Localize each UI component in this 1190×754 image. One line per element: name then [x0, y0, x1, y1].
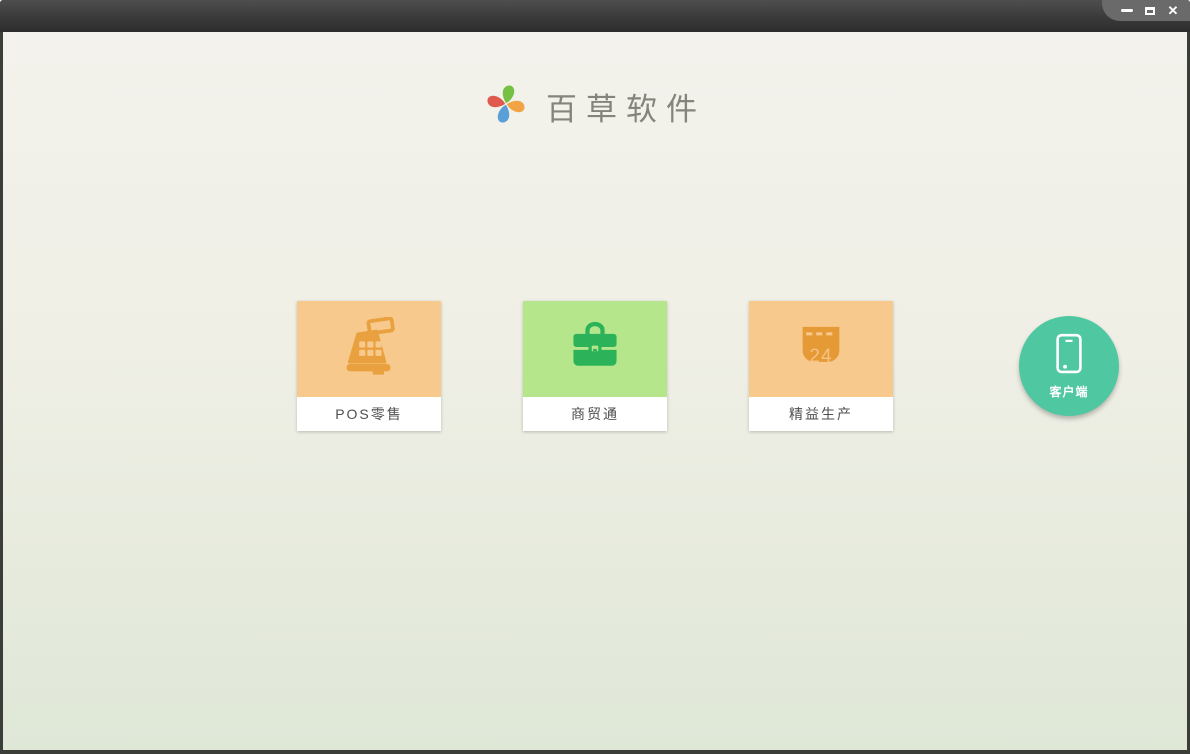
titlebar[interactable]: ✕: [0, 0, 1190, 32]
lean-tile: 24: [749, 301, 893, 397]
calendar-icon: 24: [793, 319, 849, 380]
client-app-button[interactable]: 客户端: [1019, 316, 1119, 416]
product-card-lean[interactable]: 24 精益生产: [749, 301, 893, 431]
maximize-icon: [1145, 6, 1155, 15]
cash-register-icon: [339, 316, 399, 382]
pos-tile: [297, 301, 441, 397]
trade-tile: [523, 301, 667, 397]
maximize-button[interactable]: [1143, 4, 1157, 18]
minimize-icon: [1121, 9, 1133, 12]
close-icon: ✕: [1167, 2, 1179, 18]
product-label-trade: 商贸通: [523, 397, 667, 431]
product-card-pos[interactable]: POS零售: [297, 301, 441, 431]
client-button-label: 客户端: [1049, 384, 1089, 399]
app-title: 百草软件: [546, 92, 706, 128]
minimize-button[interactable]: [1120, 4, 1134, 18]
product-label-pos: POS零售: [297, 397, 441, 431]
close-button[interactable]: ✕: [1166, 2, 1180, 18]
window-controls: ✕: [1102, 0, 1190, 21]
brand-header: 百草软件: [3, 82, 1187, 131]
app-window: ✕ 百草软件 POS零售 商贸通 24 精益生产 客户端: [0, 0, 1190, 754]
main-content: 百草软件 POS零售 商贸通 24 精益生产 客户端: [3, 32, 1187, 750]
pinwheel-logo-icon: [484, 82, 528, 131]
briefcase-icon: [565, 317, 625, 382]
product-card-trade[interactable]: 商贸通: [523, 301, 667, 431]
smartphone-icon: [1055, 333, 1083, 380]
product-label-lean: 精益生产: [749, 397, 893, 431]
